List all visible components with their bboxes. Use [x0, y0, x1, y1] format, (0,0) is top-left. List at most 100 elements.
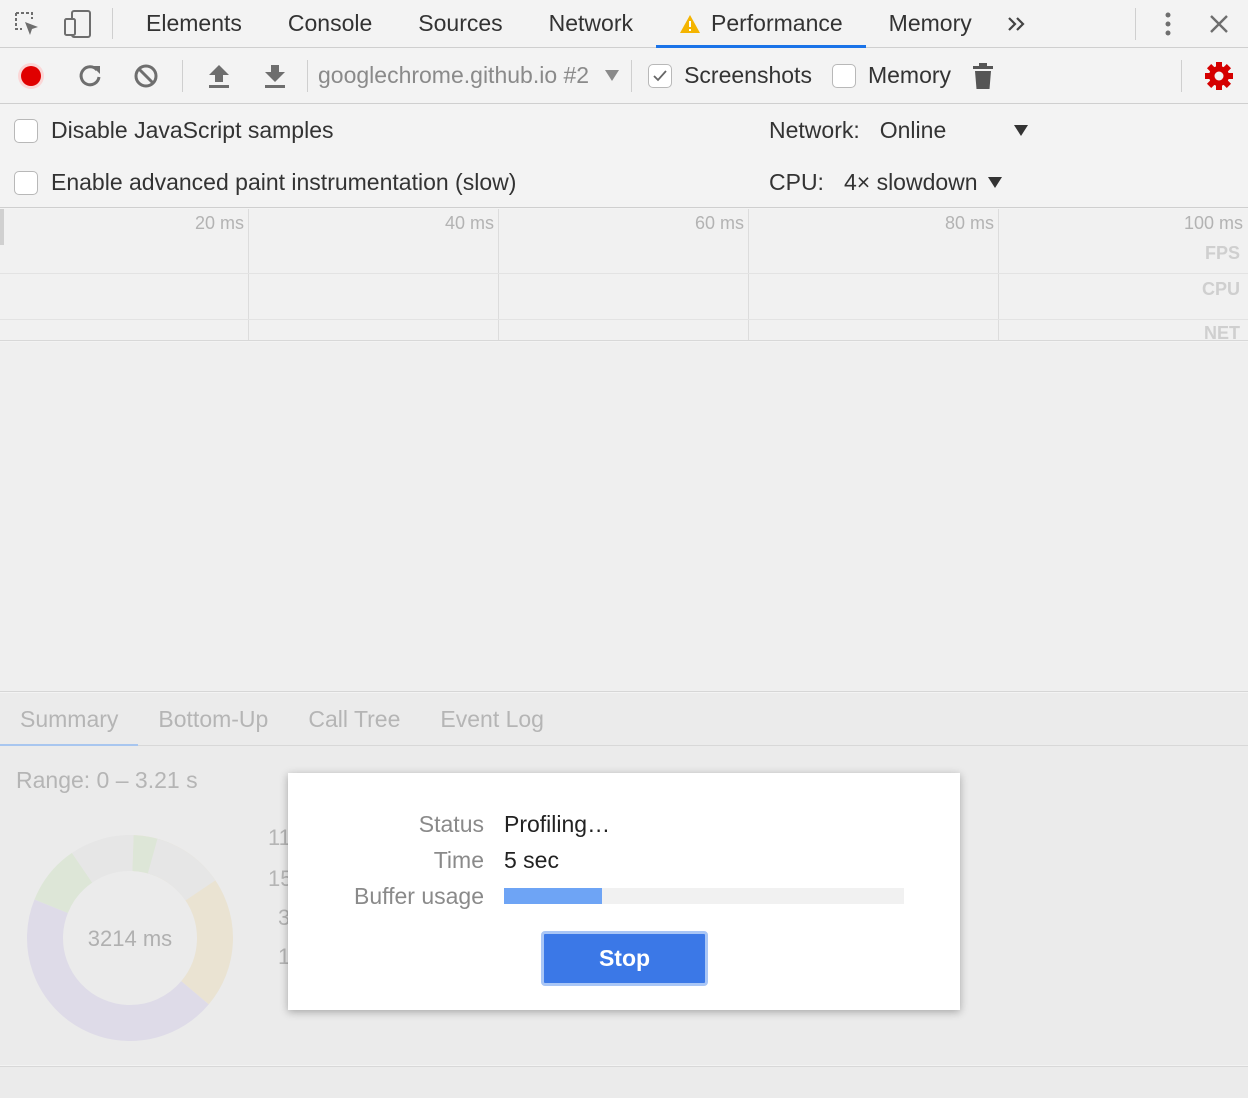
network-throttling: Network: Online	[769, 117, 1028, 144]
device-toggle-icon	[64, 9, 91, 38]
time-value: 5 sec	[504, 847, 559, 873]
save-profile-button[interactable]	[247, 48, 303, 104]
reload-profile-button[interactable]	[62, 48, 118, 104]
tab-performance[interactable]: Performance	[656, 0, 866, 48]
gridline	[498, 209, 499, 340]
more-tabs-button[interactable]	[995, 0, 1039, 47]
buffer-row: Buffer usage	[288, 883, 484, 910]
tab-label: Memory	[888, 10, 972, 36]
tab-event-log[interactable]: Event Log	[420, 693, 564, 745]
profiling-status-dialog: Status Profiling… Time 5 sec Buffer usag…	[288, 773, 960, 1010]
divider	[112, 8, 113, 39]
donut-total-label: 3214 ms	[88, 926, 172, 951]
upload-icon	[209, 64, 229, 88]
timeline-overview[interactable]: 20 ms 40 ms 60 ms 80 ms 100 ms FPS CPU N…	[0, 209, 1248, 343]
status-label: Status	[418, 811, 484, 837]
range-label: Range: 0 – 3.21 s	[16, 767, 198, 793]
record-button[interactable]	[0, 48, 62, 104]
time-row: Time 5 sec	[288, 847, 559, 874]
tab-label: Network	[548, 10, 633, 36]
customize-menu-button[interactable]	[1146, 0, 1190, 48]
divider	[182, 59, 183, 92]
tab-network[interactable]: Network	[526, 0, 656, 47]
chevron-down-icon	[605, 70, 620, 81]
overview-window-handle[interactable]	[0, 209, 4, 245]
clear-icon	[134, 64, 158, 87]
gridline	[248, 209, 249, 340]
tab-label: Elements	[146, 10, 242, 36]
tab-label: Bottom-Up	[158, 705, 269, 732]
divider	[1135, 7, 1136, 40]
time-tick: 60 ms	[694, 213, 744, 233]
disable-js-samples-option[interactable]: Disable JavaScript samples	[14, 117, 334, 144]
time-tick: 40 ms	[444, 213, 494, 233]
network-label: Network:	[769, 117, 860, 143]
divider	[631, 59, 633, 92]
target-select[interactable]: googlechrome.github.io #2	[316, 62, 620, 89]
screenshots-checkbox[interactable]	[648, 63, 673, 88]
cpu-track-label: CPU	[1201, 279, 1240, 299]
capture-settings-pane: Disable JavaScript samples Enable advanc…	[0, 104, 1248, 208]
track-divider	[0, 273, 1248, 274]
record-icon	[18, 62, 44, 89]
gear-icon	[1205, 61, 1233, 90]
time-tick: 100 ms	[1183, 213, 1243, 233]
net-track-label: NET	[1204, 323, 1240, 343]
tab-call-tree[interactable]: Call Tree	[288, 693, 420, 745]
network-select[interactable]: Online	[880, 117, 1028, 144]
tab-label: Summary	[20, 705, 119, 732]
gridline	[748, 209, 749, 340]
flame-chart-area[interactable]	[0, 342, 1248, 692]
tab-summary[interactable]: Summary	[0, 693, 139, 746]
time-tick: 20 ms	[194, 213, 244, 233]
disable-js-samples-checkbox[interactable]	[14, 118, 38, 143]
divider	[307, 59, 308, 92]
time-tick: 80 ms	[944, 213, 994, 233]
load-profile-button[interactable]	[191, 48, 247, 104]
fps-track-label: FPS	[1204, 243, 1240, 263]
advanced-paint-checkbox[interactable]	[14, 170, 38, 195]
tab-elements[interactable]: Elements	[123, 0, 265, 47]
close-icon	[1210, 14, 1228, 33]
trash-icon	[973, 62, 994, 89]
target-value: googlechrome.github.io #2	[318, 62, 590, 88]
checkmark-icon	[653, 69, 667, 81]
cpu-throttling: CPU: 4× slowdown	[769, 169, 1002, 196]
buffer-label: Buffer usage	[353, 883, 484, 909]
cpu-select[interactable]: 4× slowdown	[844, 169, 1002, 196]
kebab-menu-icon	[1165, 12, 1171, 35]
tab-label: Sources	[418, 10, 503, 36]
advanced-paint-option[interactable]: Enable advanced paint instrumentation (s…	[14, 169, 516, 196]
tab-memory[interactable]: Memory	[866, 0, 995, 47]
gridline	[998, 209, 999, 340]
tab-console[interactable]: Console	[265, 0, 395, 47]
cpu-value: 4× slowdown	[843, 169, 978, 195]
summary-donut-chart: 3214 ms	[27, 835, 233, 1041]
stop-button[interactable]: Stop	[541, 931, 708, 986]
collect-garbage-button[interactable]	[951, 48, 1015, 104]
inspect-element-button[interactable]	[0, 0, 54, 47]
memory-label: Memory	[867, 62, 952, 88]
buffer-usage-fill	[504, 888, 602, 904]
more-tabs-icon	[1007, 16, 1025, 31]
cpu-label: CPU:	[769, 169, 824, 195]
warning-icon	[680, 14, 700, 33]
advanced-paint-label: Enable advanced paint instrumentation (s…	[51, 169, 517, 195]
close-devtools-button[interactable]	[1190, 0, 1248, 48]
track-divider	[0, 319, 1248, 320]
capture-settings-button[interactable]	[1190, 48, 1248, 104]
status-row: Status Profiling…	[288, 811, 610, 838]
performance-toolbar: googlechrome.github.io #2 Screenshots Me…	[0, 48, 1248, 104]
tab-bottom-up[interactable]: Bottom-Up	[138, 693, 288, 745]
screenshots-checkbox-group[interactable]: Screenshots	[648, 62, 812, 89]
tab-sources[interactable]: Sources	[395, 0, 525, 47]
download-icon	[265, 64, 285, 88]
tab-label: Event Log	[440, 705, 544, 732]
memory-checkbox[interactable]	[831, 63, 856, 88]
memory-checkbox-group[interactable]: Memory	[831, 62, 952, 89]
tab-label: Console	[287, 10, 373, 36]
tab-label: Performance	[711, 10, 843, 36]
details-tab-bar: Summary Bottom-Up Call Tree Event Log	[0, 693, 1248, 746]
device-toolbar-button[interactable]	[54, 0, 102, 47]
clear-button[interactable]	[118, 48, 174, 104]
